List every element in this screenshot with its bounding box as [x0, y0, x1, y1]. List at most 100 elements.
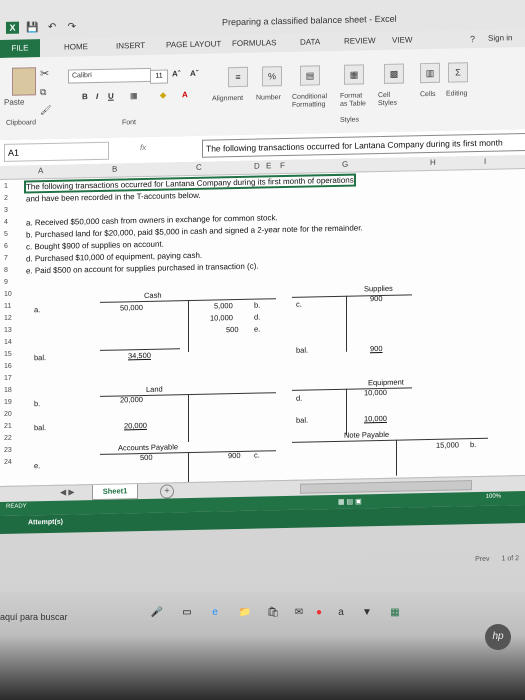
cash-credit-d[interactable]: 10,000: [210, 313, 233, 322]
row-header[interactable]: 13: [0, 326, 30, 334]
app-icon[interactable]: ▼: [360, 606, 374, 620]
format-table-icon[interactable]: ▦: [344, 64, 364, 85]
note-payable-key-b[interactable]: b.: [470, 440, 476, 449]
font-size-dropdown[interactable]: 11: [150, 69, 168, 84]
alignment-button[interactable]: Alignment: [212, 95, 243, 103]
grow-font-icon[interactable]: Aˆ: [172, 69, 180, 78]
cash-balance[interactable]: 34,500: [128, 351, 151, 360]
land-title[interactable]: Land: [146, 385, 163, 394]
row-header[interactable]: 11: [0, 302, 30, 310]
conditional-formatting-icon[interactable]: ▤: [300, 65, 320, 86]
cells-icon[interactable]: ▥: [420, 62, 440, 84]
supplies-key-c[interactable]: c.: [296, 300, 302, 309]
copy-icon[interactable]: ⧉: [40, 87, 46, 98]
save-icon[interactable]: 💾: [26, 22, 39, 34]
equipment-balance[interactable]: 10,000: [364, 414, 387, 423]
undo-icon[interactable]: ↶: [46, 22, 59, 34]
cell-a7[interactable]: d. Purchased $10,000 of equipment, payin…: [26, 251, 202, 264]
mail-icon[interactable]: ✉: [292, 606, 306, 620]
supplies-debit-c[interactable]: 900: [370, 294, 383, 303]
file-explorer-icon[interactable]: 📁: [238, 606, 252, 620]
row-header[interactable]: 3: [0, 206, 30, 214]
store-icon[interactable]: 🛍: [266, 606, 280, 620]
row-header[interactable]: 23: [0, 446, 30, 454]
row-header[interactable]: 20: [0, 410, 30, 418]
note-payable-credit-b[interactable]: 15,000: [436, 440, 459, 449]
row-header[interactable]: 9: [0, 278, 30, 286]
edge-icon[interactable]: e: [208, 606, 222, 620]
formula-input[interactable]: The following transactions occurred for …: [202, 132, 525, 158]
cash-key-a[interactable]: a.: [34, 305, 40, 314]
conditional-formatting-button[interactable]: Conditional Formatting: [292, 93, 336, 110]
equipment-bal-label[interactable]: bal.: [296, 416, 308, 425]
cash-title[interactable]: Cash: [144, 291, 162, 300]
attempts-label[interactable]: Attempt(s): [28, 519, 63, 527]
land-balance[interactable]: 20,000: [124, 421, 147, 430]
fill-color-icon[interactable]: ◈: [160, 91, 166, 100]
accounts-payable-debit-e[interactable]: 500: [140, 453, 153, 462]
cell-a6[interactable]: c. Bought $900 of supplies on account.: [26, 240, 164, 252]
excel-taskbar-icon[interactable]: ▦: [388, 606, 402, 620]
cells-button[interactable]: Cells: [420, 91, 436, 98]
cell-a8[interactable]: e. Paid $500 on account for supplies pur…: [26, 262, 259, 276]
row-header[interactable]: 10: [0, 290, 30, 298]
paste-icon[interactable]: [12, 67, 36, 96]
cash-credit-key-b[interactable]: b.: [254, 301, 260, 310]
shrink-font-icon[interactable]: Aˇ: [190, 69, 198, 78]
equipment-debit-d[interactable]: 10,000: [364, 388, 387, 397]
percent-icon[interactable]: %: [262, 66, 282, 87]
spreadsheet-grid[interactable]: A B C D E F G H I 1 2 3 4 5 6 7 8 9 10 11 12 13 14 15 1…: [0, 155, 525, 487]
column-header-a[interactable]: A: [38, 166, 43, 175]
row-header[interactable]: 24: [0, 458, 30, 466]
name-box[interactable]: A1: [4, 141, 109, 162]
column-header-c[interactable]: C: [196, 163, 202, 172]
row-header[interactable]: 18: [0, 386, 30, 394]
accounts-payable-title[interactable]: Accounts Payable: [118, 442, 178, 452]
column-header-b[interactable]: B: [112, 165, 117, 174]
tab-insert[interactable]: INSERT: [116, 41, 145, 51]
row-header[interactable]: 16: [0, 362, 30, 370]
column-header-h[interactable]: H: [430, 158, 436, 167]
number-button[interactable]: Number: [256, 94, 281, 102]
tab-page-layout[interactable]: PAGE LAYOUT: [166, 39, 221, 49]
supplies-title[interactable]: Supplies: [364, 284, 393, 294]
equipment-title[interactable]: Equipment: [368, 378, 404, 388]
cash-debit-a[interactable]: 50,000: [120, 303, 143, 312]
sheet-nav-arrows-icon[interactable]: ◀ ▶: [60, 487, 75, 496]
cash-bal-label[interactable]: bal.: [34, 353, 46, 362]
row-header[interactable]: 21: [0, 422, 30, 430]
help-icon[interactable]: ?: [470, 34, 475, 44]
supplies-balance[interactable]: 900: [370, 344, 383, 353]
bold-button[interactable]: B: [82, 92, 88, 101]
tab-file[interactable]: FILE: [0, 39, 40, 58]
task-view-icon[interactable]: ▭: [180, 606, 194, 620]
column-header-i[interactable]: I: [484, 157, 486, 166]
amazon-icon[interactable]: a: [334, 606, 348, 620]
accounts-payable-credit-key-c[interactable]: c.: [254, 451, 260, 460]
tab-view[interactable]: VIEW: [392, 35, 412, 44]
note-payable-title[interactable]: Note Payable: [344, 430, 389, 440]
alignment-icon[interactable]: ≡: [228, 66, 248, 88]
format-painter-icon[interactable]: 🖌: [40, 105, 51, 116]
borders-icon[interactable]: ▦: [130, 91, 138, 100]
column-header-d[interactable]: D: [254, 162, 260, 171]
row-header[interactable]: 15: [0, 350, 30, 358]
format-as-table-button[interactable]: Format as Table: [340, 92, 370, 109]
tab-review[interactable]: REVIEW: [344, 36, 376, 46]
row-header[interactable]: 19: [0, 398, 30, 406]
editing-icon[interactable]: Σ: [448, 62, 468, 83]
chrome-icon[interactable]: ●: [312, 606, 326, 620]
cell-styles-button[interactable]: Cell Styles: [378, 92, 404, 109]
italic-button[interactable]: I: [96, 92, 98, 101]
tab-home[interactable]: HOME: [64, 42, 88, 52]
paste-button-label[interactable]: Paste: [4, 97, 24, 106]
font-color-icon[interactable]: A: [182, 90, 188, 99]
column-header-g[interactable]: G: [342, 160, 348, 169]
prev-button[interactable]: Prev: [475, 556, 489, 563]
cell-a2[interactable]: and have been recorded in the T-accounts…: [26, 191, 201, 204]
row-header[interactable]: 17: [0, 374, 30, 382]
column-header-e[interactable]: E: [266, 161, 271, 170]
cash-credit-e[interactable]: 500: [226, 325, 239, 334]
tab-formulas[interactable]: FORMULAS: [232, 38, 276, 48]
microphone-icon[interactable]: 🎤: [150, 606, 164, 620]
